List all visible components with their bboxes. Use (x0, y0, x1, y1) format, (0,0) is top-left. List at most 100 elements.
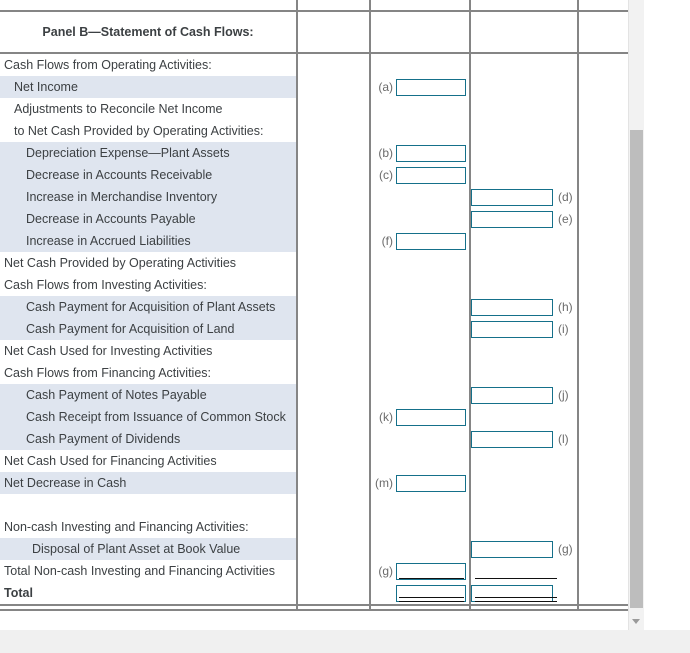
amount-input-e[interactable] (471, 210, 553, 228)
row-label: to Net Cash Provided by Operating Activi… (0, 120, 298, 142)
clipped-cell-4 (469, 0, 579, 12)
amount-input-g[interactable] (396, 562, 466, 580)
spacer-cell (296, 362, 371, 384)
spacer-cell (296, 274, 371, 296)
table-row: Cash Flows from Financing Activities: (0, 362, 659, 384)
field-tag: (j) (558, 388, 569, 402)
field-tag: (g) (378, 564, 393, 578)
spacer-cell (296, 186, 371, 208)
spacer-cell (296, 98, 371, 120)
double-rule (475, 597, 557, 602)
amount-cell-col4 (469, 406, 579, 428)
table-row: Net Income (a) (0, 76, 659, 98)
row-label: Net Income (0, 76, 298, 98)
amount-cell-col3 (369, 494, 471, 516)
table-row: Increase in Merchandise Inventory (d) (0, 186, 659, 208)
spacer-cell (296, 208, 371, 230)
amount-cell-col3 (369, 428, 471, 450)
spacer-cell (296, 582, 371, 606)
amount-cell-col4: (d) (469, 186, 579, 208)
amount-cell-col4 (469, 494, 579, 516)
field-tag: (b) (378, 146, 393, 160)
table-end-rule-row (0, 604, 659, 611)
amount-cell-col3 (369, 450, 471, 472)
amount-cell-col4: (l) (469, 428, 579, 450)
scroll-down-arrow-icon[interactable] (629, 612, 644, 630)
amount-input-a[interactable] (396, 78, 466, 96)
amount-cell-col3: (c) (369, 164, 471, 186)
amount-cell-col3 (369, 384, 471, 406)
amount-input-h[interactable] (471, 298, 553, 316)
table-row: Cash Flows from Operating Activities: (0, 53, 659, 76)
row-label: Net Cash Provided by Operating Activitie… (0, 252, 298, 274)
row-label: Total Non-cash Investing and Financing A… (0, 560, 298, 582)
spacer-cell (296, 494, 371, 516)
amount-input-f[interactable] (396, 232, 466, 250)
clipped-cell-2 (296, 0, 371, 12)
row-label: Increase in Accrued Liabilities (0, 230, 298, 252)
spacer-cell (296, 516, 371, 538)
clipped-cell-1 (0, 0, 298, 12)
amount-cell-col3: (k) (369, 406, 471, 428)
amount-cell-col3: (g) (369, 560, 471, 582)
table-row: Non-cash Investing and Financing Activit… (0, 516, 659, 538)
panel-header-cell-3 (369, 11, 471, 54)
amount-cell-col4 (469, 164, 579, 186)
field-tag: (i) (558, 322, 569, 336)
amount-cell-col3 (369, 186, 471, 208)
amount-input-g[interactable] (471, 540, 553, 558)
field-tag: (g) (558, 542, 573, 556)
amount-cell-col4 (469, 76, 579, 98)
amount-cell-col3 (369, 208, 471, 230)
amount-cell-col4 (469, 582, 579, 606)
table-row: Cash Flows from Investing Activities: (0, 274, 659, 296)
field-tag: (h) (558, 300, 573, 314)
spacer-cell (296, 560, 371, 582)
spacer-cell (296, 76, 371, 98)
table-row: Cash Payment for Acquisition of Land (i) (0, 318, 659, 340)
field-tag: (d) (558, 190, 573, 204)
table-row: Total Non-cash Investing and Financing A… (0, 560, 659, 582)
field-tag: (a) (378, 80, 393, 94)
spacer-cell (296, 384, 371, 406)
amount-cell-col3 (369, 362, 471, 384)
amount-input-d[interactable] (471, 188, 553, 206)
amount-input-b[interactable] (396, 144, 466, 162)
vertical-scrollbar[interactable] (628, 0, 644, 630)
row-label: Cash Payment of Dividends (0, 428, 298, 450)
clipped-cell-3 (369, 0, 471, 12)
field-tag: (c) (379, 168, 393, 182)
row-label: Cash Flows from Operating Activities: (0, 53, 298, 76)
spacer-cell (296, 450, 371, 472)
scrollbar-thumb[interactable] (630, 130, 643, 608)
amount-input-i[interactable] (471, 320, 553, 338)
spacer-cell (296, 472, 371, 494)
amount-input-m[interactable] (396, 474, 466, 492)
amount-cell-col4: (e) (469, 208, 579, 230)
amount-input-l[interactable] (471, 430, 553, 448)
amount-cell-col4 (469, 274, 579, 296)
right-rail (644, 0, 660, 630)
table-row: Adjustments to Reconcile Net Income (0, 98, 659, 120)
amount-cell-col3 (369, 582, 471, 606)
amount-input-k[interactable] (396, 408, 466, 426)
statement-scroll-viewport[interactable]: Panel B—Statement of Cash Flows: Cash Fl… (0, 0, 660, 630)
amount-input-j[interactable] (471, 386, 553, 404)
spacer-cell (296, 340, 371, 362)
page-root: Panel B—Statement of Cash Flows: Cash Fl… (0, 0, 690, 653)
amount-cell-col4 (469, 340, 579, 362)
table-row: Decrease in Accounts Receivable (c) (0, 164, 659, 186)
amount-cell-col4 (469, 120, 579, 142)
row-label: Disposal of Plant Asset at Book Value (0, 538, 298, 560)
spacer-cell (296, 164, 371, 186)
field-tag: (e) (558, 212, 573, 226)
double-rule (399, 597, 464, 602)
spacer-cell (296, 120, 371, 142)
table-row: Depreciation Expense—Plant Assets (b) (0, 142, 659, 164)
row-label: Increase in Merchandise Inventory (0, 186, 298, 208)
clipped-top-row (0, 0, 659, 12)
field-tag: (k) (379, 410, 393, 424)
table-row: Disposal of Plant Asset at Book Value (g) (0, 538, 659, 560)
amount-input-c[interactable] (396, 166, 466, 184)
end-rule-cell (0, 604, 298, 611)
